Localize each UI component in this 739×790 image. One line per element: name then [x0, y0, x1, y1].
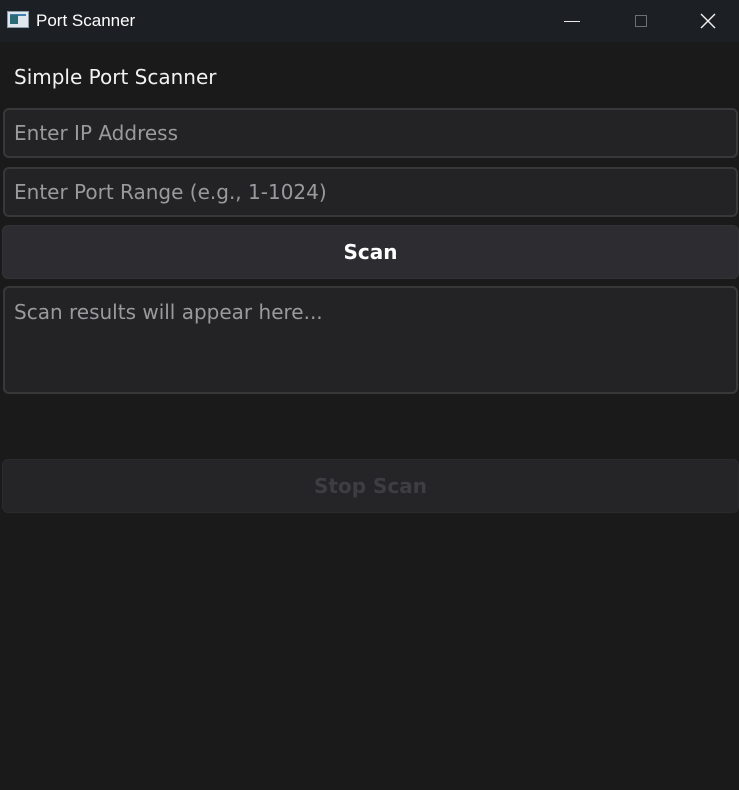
minimize-button[interactable] [537, 0, 607, 42]
scan-button[interactable]: Scan [2, 225, 739, 279]
stop-scan-button[interactable]: Stop Scan [2, 459, 739, 513]
scan-results-area[interactable]: Scan results will appear here... [3, 286, 738, 394]
page-title: Simple Port Scanner [14, 65, 217, 89]
title-bar[interactable]: Port Scanner [0, 0, 739, 42]
port-range-input[interactable] [3, 167, 738, 217]
app-window-icon [7, 11, 29, 28]
scan-button-label: Scan [343, 240, 398, 264]
maximize-icon [635, 15, 647, 27]
close-icon [700, 13, 715, 29]
minimize-icon [564, 20, 580, 22]
close-button[interactable] [676, 0, 739, 42]
maximize-button[interactable] [606, 0, 676, 42]
stop-scan-label: Stop Scan [314, 474, 427, 498]
window-title: Port Scanner [36, 11, 136, 30]
results-placeholder: Scan results will appear here... [14, 300, 323, 324]
app-window: Port Scanner Simple Port Scanner Scan Sc… [0, 0, 739, 790]
ip-address-input[interactable] [3, 108, 738, 158]
